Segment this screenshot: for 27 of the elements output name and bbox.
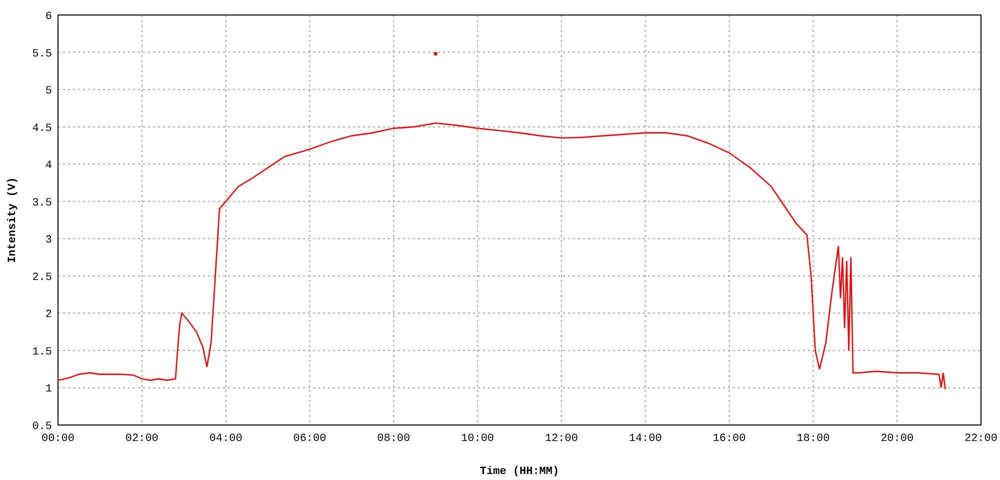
axis-tick-label: 08:00	[377, 433, 410, 445]
axis-tick-label: 06:00	[293, 433, 326, 445]
axis-title: Time (HH:MM)	[480, 466, 560, 478]
axis-tick-label: 2.5	[32, 272, 52, 284]
data-point	[434, 52, 438, 56]
axis-tick-label: 3	[45, 234, 52, 247]
axis-title: Intensity (V)	[7, 177, 19, 263]
axis-tick-label: 16:00	[712, 433, 746, 445]
axis-tick-label: 12:00	[544, 433, 578, 445]
axis-tick-label: 6	[45, 11, 52, 23]
axis-tick-label: 2	[45, 309, 52, 322]
axis-tick-label: 18:00	[796, 433, 830, 445]
axis-tick-label: 1	[45, 384, 52, 396]
axis-tick-label: 5.5	[32, 48, 52, 60]
axis-tick-label: 00:00	[42, 433, 74, 445]
axis-tick-label: 02:00	[125, 433, 158, 445]
axis-tick-label: 5	[45, 86, 52, 98]
axis-tick-label: 4	[45, 160, 52, 172]
axis-tick-label: 10:00	[461, 433, 494, 445]
axis-tick-label: 4.5	[32, 122, 52, 135]
axis-tick-label: 1.5	[32, 346, 52, 358]
axis-tick-label: 3.5	[32, 197, 52, 210]
axis-tick-label: 04:00	[209, 433, 242, 445]
axis-tick-label: 20:00	[880, 433, 914, 445]
axis-tick-label: 22:00	[964, 433, 998, 445]
axis-tick-label: 0.5	[32, 421, 52, 433]
axis-tick-label: 14:00	[628, 433, 662, 445]
